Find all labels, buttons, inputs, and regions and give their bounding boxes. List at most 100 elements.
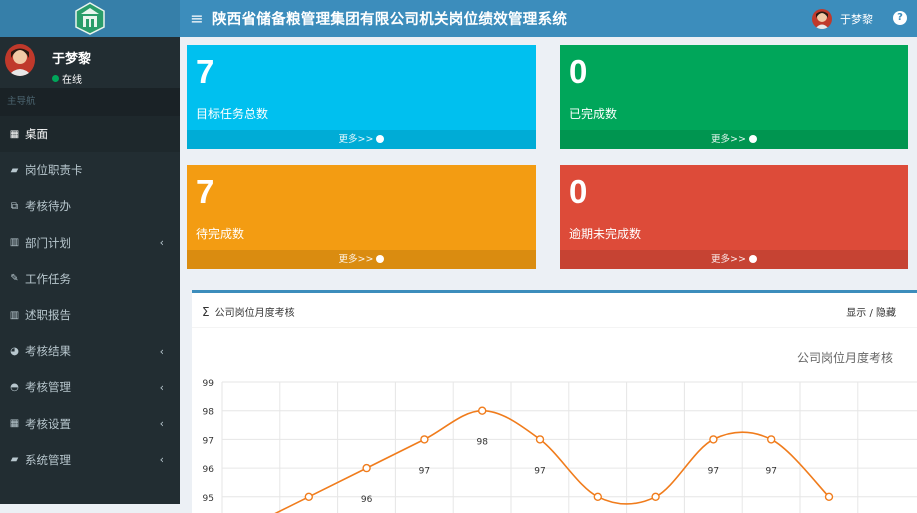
chevron-left-icon: ‹	[159, 417, 164, 431]
y-tick-label: 96	[203, 465, 215, 475]
toggle-link[interactable]: 显示 / 隐藏	[846, 304, 896, 319]
arrow-circle-right-icon	[376, 134, 385, 143]
table-icon: ▦	[9, 418, 20, 430]
logo-mark-icon	[75, 1, 105, 35]
sidebar-item-3[interactable]: ▥ 部门计划 ‹	[0, 225, 180, 261]
sidebar-item-1[interactable]: ▰ 岗位职责卡	[0, 152, 180, 188]
data-point	[362, 463, 371, 473]
stat-value: 0	[569, 173, 588, 210]
sidebar: 于梦黎 在线 主导航 ▦ 桌面 ▰ 岗位职责卡 ⧉ 考核待办 ▥ 部门计划 ‹ ✎ 工作任务 ▥ 述职报…	[0, 37, 180, 504]
online-status: 在线	[52, 71, 82, 86]
chart-panel: Σ 公司岗位月度考核 显示 / 隐藏 公司岗位月度考核 99 98 97 96 95 96 97…	[192, 290, 917, 513]
more-link-label: 更多>>	[338, 134, 374, 145]
y-tick-label: 99	[203, 379, 215, 389]
nav-header: 主导航	[0, 88, 180, 116]
top-navbar: ≡ 陕西省储备粮管理集团有限公司机关岗位绩效管理系统 于梦黎 ?	[180, 0, 917, 37]
dashboard-icon: ◓	[10, 381, 19, 393]
logo[interactable]	[0, 0, 180, 37]
sidebar-item-2[interactable]: ⧉ 考核待办	[0, 188, 180, 224]
stat-value: 7	[196, 173, 215, 210]
data-point	[767, 435, 776, 444]
sidebar-item-label: 部门计划	[25, 235, 71, 250]
more-link-label: 更多>>	[711, 134, 746, 145]
chevron-left-icon: ‹	[159, 453, 164, 467]
data-point	[651, 492, 660, 502]
more-link[interactable]: 更多>>	[187, 250, 536, 269]
avatar	[812, 8, 832, 29]
sigma-icon: Σ	[202, 304, 210, 319]
data-label: 97	[534, 466, 545, 476]
menu-toggle-button[interactable]: ≡	[182, 9, 212, 28]
more-link[interactable]: 更多>>	[560, 250, 908, 269]
line-chart: 公司岗位月度考核9998979695 96979897 97 97	[203, 350, 917, 513]
arrow-circle-right-icon	[748, 254, 757, 263]
calendar-icon: ▥	[9, 237, 20, 249]
data-point	[593, 492, 602, 502]
top-user-name: 于梦黎	[840, 12, 873, 26]
chevron-left-icon: ‹	[159, 380, 164, 394]
help-icon[interactable]: ?	[893, 11, 907, 25]
book-icon: ▰	[10, 164, 19, 176]
arrow-circle-right-icon	[748, 134, 757, 143]
data-point	[420, 435, 429, 444]
book-icon: ▰	[10, 454, 19, 466]
stat-box-completed: 0 已完成数 更多>>	[560, 45, 908, 149]
y-tick-label: 97	[203, 436, 214, 446]
data-point	[304, 492, 314, 502]
sidebar-item-0[interactable]: ▦ 桌面	[0, 116, 180, 153]
y-tick-label: 98	[203, 408, 215, 418]
sidebar-item-5[interactable]: ▥ 述职报告	[0, 297, 180, 333]
data-point	[709, 435, 718, 444]
sidebar-item-9[interactable]: ▰ 系统管理 ‹	[0, 442, 180, 478]
calendar-icon: ▥	[9, 309, 20, 321]
edit-icon: ✎	[10, 273, 19, 285]
more-link-label: 更多>>	[338, 254, 374, 265]
sidebar-item-label: 述职报告	[25, 308, 71, 323]
chevron-left-icon: ‹	[159, 236, 164, 250]
stat-value: 7	[196, 53, 215, 90]
panel-header: Σ 公司岗位月度考核 显示 / 隐藏	[192, 293, 917, 328]
sidebar-item-6[interactable]: ◕ 考核结果 ‹	[0, 333, 180, 369]
more-link-label: 更多>>	[711, 254, 746, 265]
data-label: 97	[708, 466, 719, 476]
stat-box-overdue: 0 逾期未完成数 更多>>	[560, 165, 908, 269]
grid-icon: ▦	[9, 128, 20, 140]
sidebar-item-label: 桌面	[25, 127, 48, 142]
pie-chart-icon: ◕	[10, 345, 19, 357]
sidebar-item-label: 岗位职责卡	[25, 163, 83, 178]
chart-title: 公司岗位月度考核	[797, 350, 893, 365]
sidebar-item-label: 考核结果	[25, 344, 71, 359]
data-label: 97	[419, 466, 430, 476]
stat-box-total: 7 目标任务总数 更多>>	[187, 45, 536, 149]
chevron-left-icon: ‹	[159, 344, 164, 358]
more-link[interactable]: 更多>>	[187, 130, 536, 149]
sidebar-item-label: 工作任务	[25, 271, 71, 286]
sidebar-item-8[interactable]: ▦ 考核设置 ‹	[0, 406, 180, 442]
data-point	[535, 435, 545, 444]
more-link[interactable]: 更多>>	[560, 130, 908, 149]
data-point	[824, 492, 834, 502]
user-menu[interactable]: 于梦黎	[812, 0, 873, 37]
user-panel: 于梦黎 在线	[0, 37, 180, 88]
sidebar-item-label: 系统管理	[25, 452, 71, 467]
stat-box-pending: 7 待完成数 更多>>	[187, 165, 536, 269]
sidebar-item-label: 考核管理	[25, 380, 71, 395]
y-tick-label: 95	[203, 494, 214, 504]
avatar	[5, 44, 35, 76]
arrow-circle-right-icon	[376, 254, 385, 263]
clipboard-icon: ⧉	[10, 200, 19, 212]
stat-label: 待完成数	[196, 227, 245, 241]
sidebar-item-label: 考核待办	[25, 199, 71, 214]
data-label: 98	[476, 438, 488, 448]
stat-value: 0	[569, 53, 588, 90]
stat-label: 逾期未完成数	[569, 227, 642, 241]
sidebar-user-name: 于梦黎	[52, 52, 92, 67]
status-dot-icon	[52, 75, 59, 82]
app-title: 陕西省储备粮管理集团有限公司机关岗位绩效管理系统	[212, 12, 568, 28]
sidebar-item-7[interactable]: ◓ 考核管理 ‹	[0, 369, 180, 405]
sidebar-item-4[interactable]: ✎ 工作任务	[0, 261, 180, 297]
sidebar-item-label: 考核设置	[25, 416, 71, 431]
data-point	[478, 406, 487, 415]
stat-label: 目标任务总数	[196, 107, 269, 121]
sidebar-menu: ▦ 桌面 ▰ 岗位职责卡 ⧉ 考核待办 ▥ 部门计划 ‹ ✎ 工作任务 ▥ 述职报告 ◕ 考核结果 ‹ ◓ 考核管…	[0, 116, 180, 478]
